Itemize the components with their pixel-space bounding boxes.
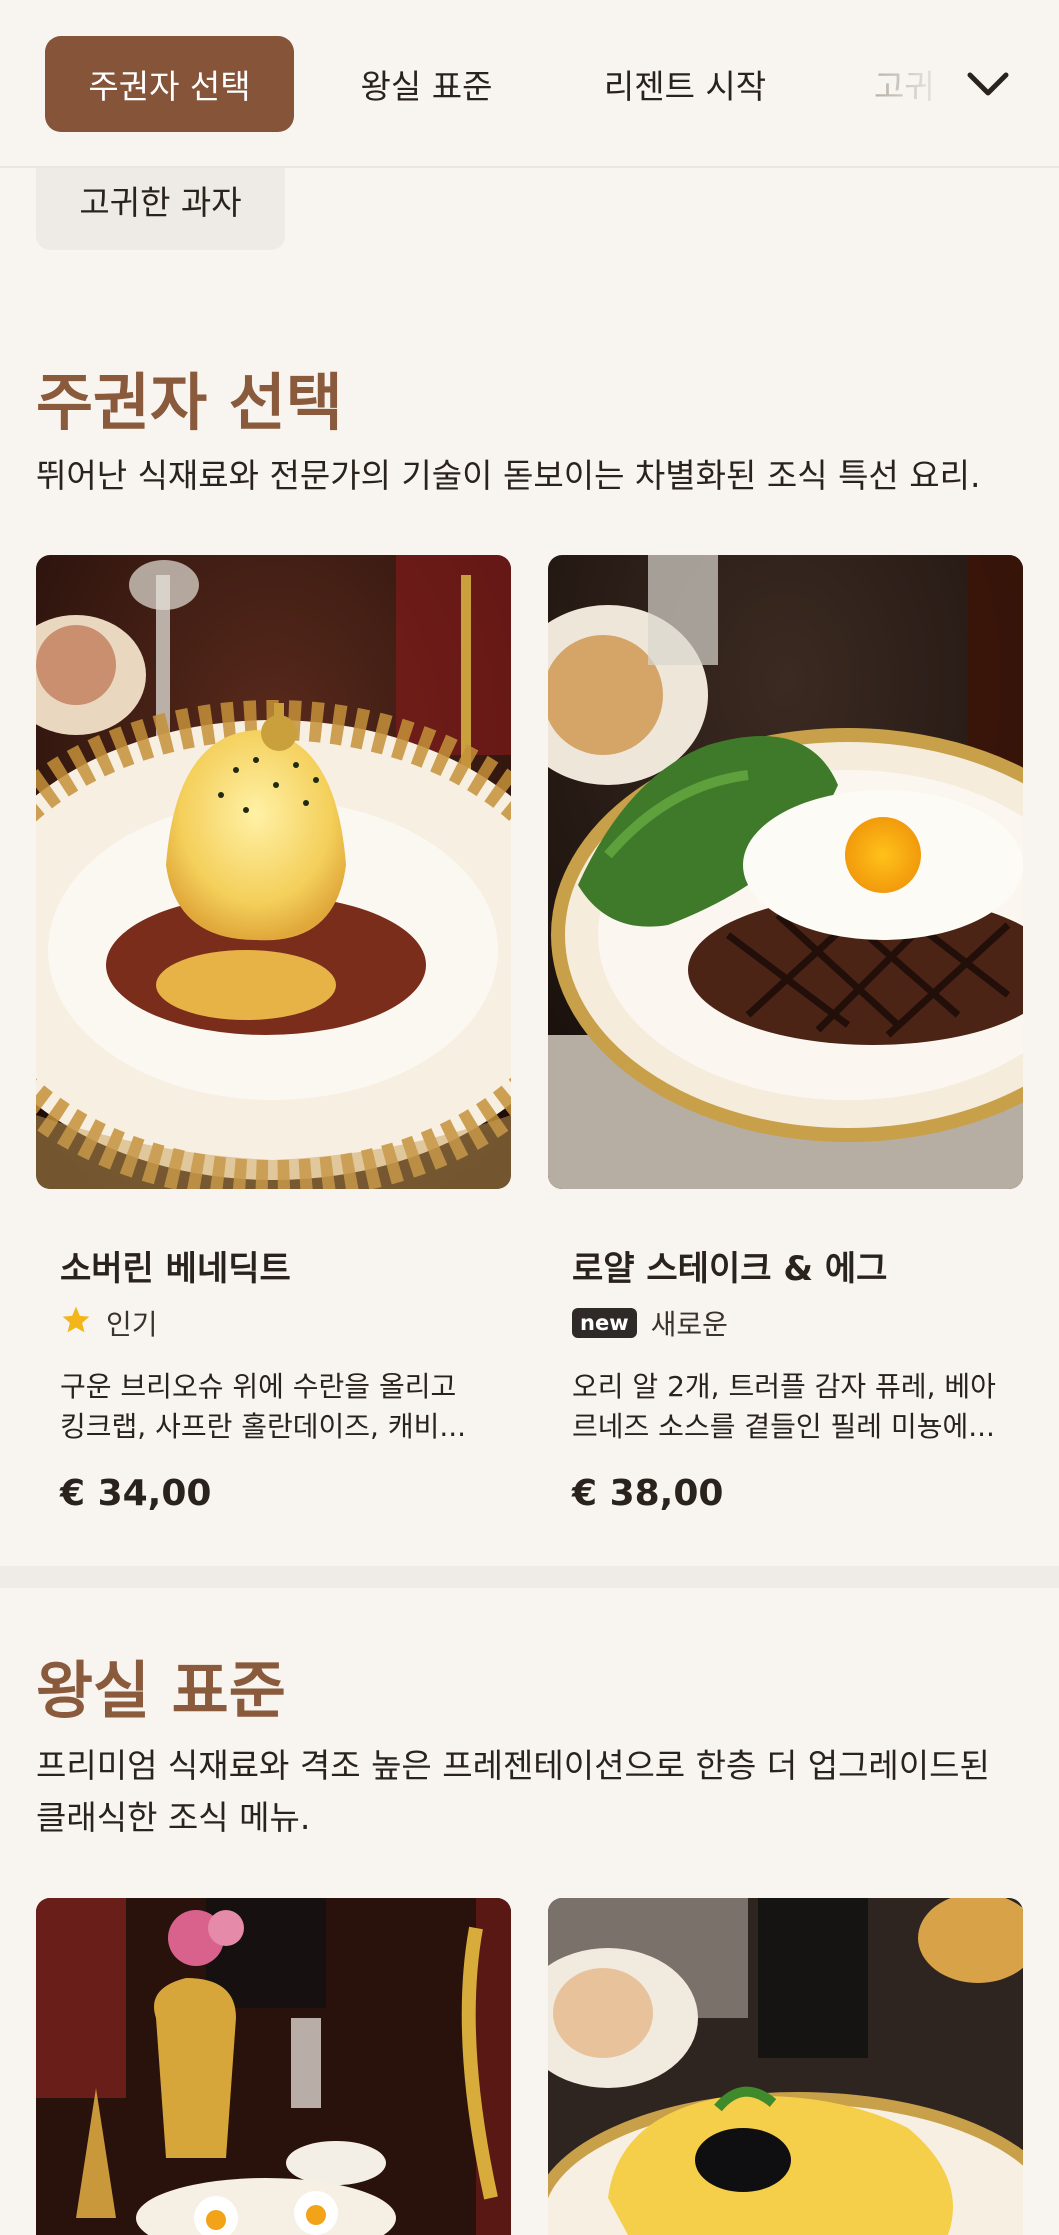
dish-price: € 34,00: [60, 1473, 212, 1514]
dish-description: 구운 브리오슈 위에 수란을 올리고 킹크랩, 사프란 홀란데이즈, 캐비...: [60, 1367, 500, 1447]
chevron-down-icon[interactable]: [960, 58, 1016, 110]
star-icon: [60, 1304, 92, 1343]
new-pill: new: [572, 1308, 637, 1338]
section-title: 왕실 표준: [36, 1654, 286, 1727]
menu-card[interactable]: [36, 1898, 511, 2235]
dish-description: 오리 알 2개, 트러플 감자 퓨레, 베아 르네즈 소스를 곁들인 필레 미뇽…: [572, 1367, 1012, 1447]
badge-label: 인기: [106, 1308, 158, 1341]
section-title: 주권자 선택: [36, 366, 343, 439]
dish-badge: 인기: [60, 1301, 158, 1345]
description-line: 르네즈 소스를 곁들인 필레 미뇽에...: [572, 1410, 995, 1443]
tab-royal-standard[interactable]: 왕실 표준: [330, 36, 523, 132]
section-divider: [0, 1566, 1059, 1588]
dish-price: € 38,00: [572, 1473, 724, 1514]
description-line: 구운 브리오슈 위에 수란을 올리고: [60, 1370, 457, 1403]
dish-name: 로얄 스테이크 & 에그: [572, 1249, 888, 1289]
dish-image: [548, 555, 1023, 1189]
badge-label: 새로운: [650, 1308, 728, 1341]
description-line: 오리 알 2개, 트러플 감자 퓨레, 베아: [572, 1370, 996, 1403]
tab-sovereign-selection[interactable]: 주권자 선택: [45, 36, 294, 132]
menu-card[interactable]: 소버린 베네딕트 인기 구운 브리오슈 위에 수란을 올리고 킹크랩, 사프란 …: [36, 555, 511, 1535]
tab-fade-overlay: [874, 36, 944, 132]
dish-image: [36, 1898, 511, 2235]
dish-name: 소버린 베네딕트: [60, 1249, 291, 1289]
description-line: 클래식한 조식 메뉴.: [36, 1798, 311, 1837]
section-description: 뛰어난 식재료와 전문가의 기술이 돋보이는 차별화된 조식 특선 요리.: [36, 456, 981, 495]
menu-card[interactable]: [548, 1898, 1023, 2235]
description-line: 킹크랩, 사프란 홀란데이즈, 캐비...: [60, 1410, 467, 1443]
dish-image: [548, 1898, 1023, 2235]
description-line: 프리미엄 식재료와 격조 높은 프레젠테이션으로 한층 더 업그레이드된: [36, 1746, 990, 1785]
dish-badge: new 새로운: [572, 1301, 728, 1345]
dish-image: [36, 555, 511, 1189]
section-description: 프리미엄 식재료와 격조 높은 프레젠테이션으로 한층 더 업그레이드된 클래식…: [36, 1740, 1026, 1844]
tab-regent-start[interactable]: 리젠트 시작: [580, 36, 790, 132]
category-nav: 주권자 선택 왕실 표준 리젠트 시작 고귀: [0, 0, 1059, 168]
menu-card[interactable]: 로얄 스테이크 & 에그 new 새로운 오리 알 2개, 트러플 감자 퓨레,…: [548, 555, 1023, 1535]
